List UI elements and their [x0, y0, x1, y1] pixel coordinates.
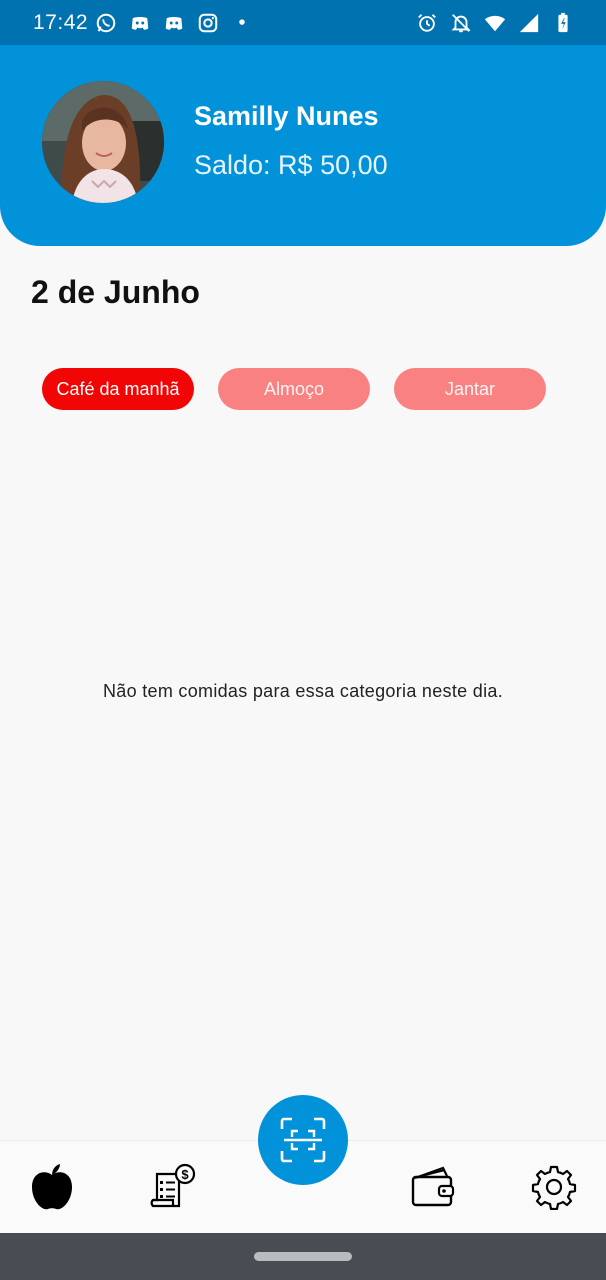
avatar-photo — [42, 81, 164, 203]
receipt-money-icon: $ — [150, 1163, 196, 1208]
status-time: 17:42 — [33, 11, 89, 34]
user-balance: Saldo: R$ 50,00 — [194, 150, 388, 180]
nav-receipts[interactable]: $ — [146, 1161, 198, 1213]
apple-icon — [32, 1164, 72, 1210]
notification-icons — [95, 12, 253, 34]
wallet-icon — [411, 1166, 455, 1207]
signal-icon — [519, 13, 539, 33]
whatsapp-icon — [96, 13, 116, 33]
home-gesture-pill[interactable] — [254, 1252, 352, 1261]
empty-state-message: Não tem comidas para essa categoria nest… — [102, 681, 503, 701]
tab-dinner[interactable]: Jantar — [394, 368, 546, 410]
scan-button[interactable] — [258, 1095, 348, 1185]
user-name: Samilly Nunes — [194, 101, 379, 131]
qr-scan-icon — [280, 1117, 326, 1163]
discord-icon — [131, 17, 149, 30]
instagram-icon — [198, 13, 218, 33]
battery-icon — [558, 12, 568, 33]
nav-wallet[interactable] — [407, 1161, 459, 1213]
alarm-icon — [418, 14, 436, 32]
discord-icon — [165, 17, 183, 30]
status-bar: 17:42 — [0, 0, 606, 45]
tab-lunch[interactable]: Almoço — [218, 368, 370, 410]
avatar[interactable] — [42, 81, 164, 203]
dot-icon — [239, 19, 245, 25]
nav-food[interactable] — [26, 1161, 78, 1213]
gear-icon — [531, 1165, 577, 1210]
wifi-icon — [484, 15, 506, 32]
tab-breakfast[interactable]: Café da manhã — [42, 368, 194, 410]
profile-header: Samilly Nunes Saldo: R$ 50,00 — [0, 45, 606, 246]
system-navigation-bar — [0, 1233, 606, 1280]
svg-text:$: $ — [181, 1167, 189, 1182]
system-status-icons — [416, 12, 574, 34]
date-title: 2 de Junho — [31, 274, 200, 310]
notifications-off-icon — [451, 14, 471, 33]
nav-settings[interactable] — [528, 1161, 580, 1213]
